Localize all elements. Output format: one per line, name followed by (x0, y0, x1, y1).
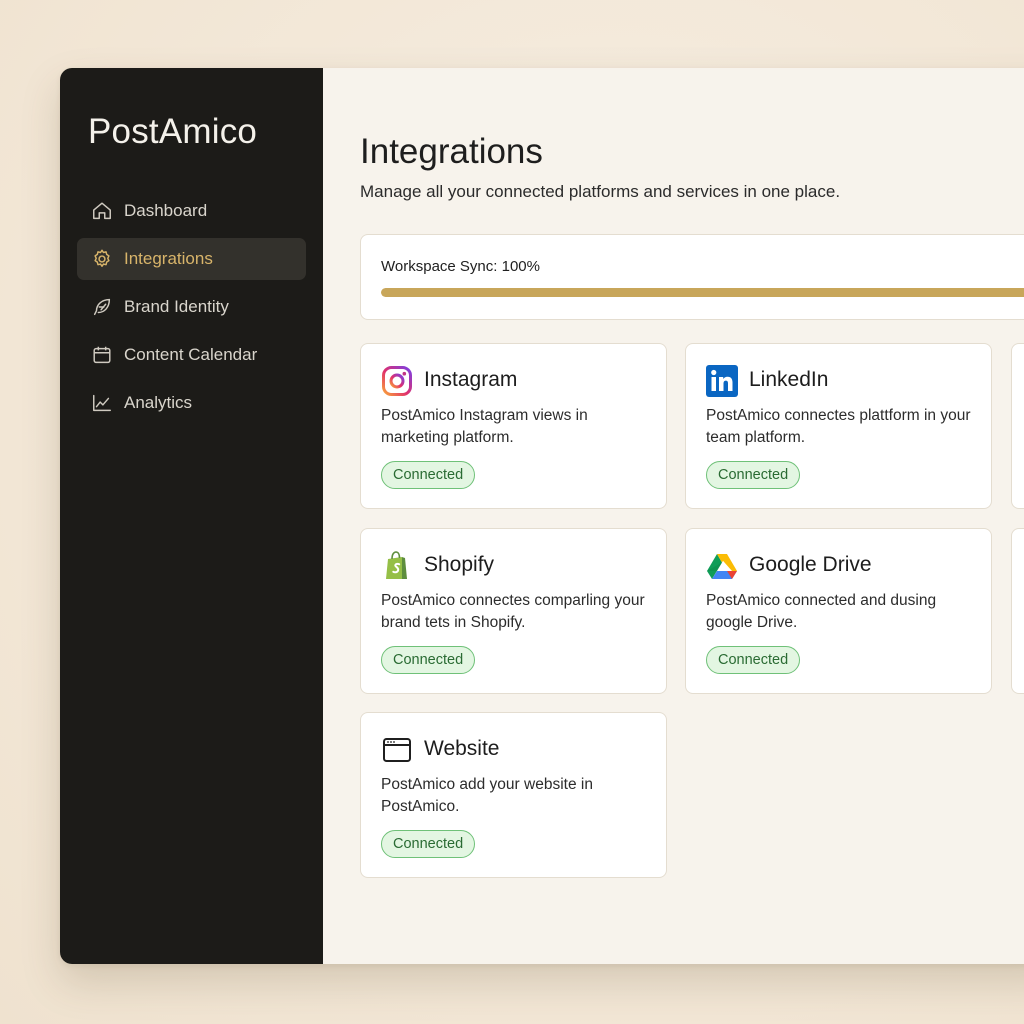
sidebar-item-label: Content Calendar (124, 345, 258, 364)
status-badge: Connected (381, 461, 476, 489)
google-drive-icon (706, 550, 738, 582)
status-badge: Connected (381, 830, 476, 858)
sidebar-item-integrations[interactable]: Integrations (77, 238, 306, 280)
integration-card-shopify[interactable]: Shopify PostAmico connectes comparling y… (360, 528, 667, 694)
sidebar-nav: Dashboard Integrations Brand Identity Co… (77, 190, 306, 430)
integration-name: Shopify (424, 553, 495, 576)
sidebar-item-brand-identity[interactable]: Brand Identity (77, 286, 306, 328)
integration-card-instagram[interactable]: Instagram PostAmico Instagram views in m… (360, 343, 667, 509)
page-title: Integrations (360, 132, 543, 171)
sync-label: Workspace Sync: 100% (381, 258, 540, 275)
linkedin-icon (706, 365, 738, 397)
status-badge: Connected (706, 461, 801, 489)
sidebar-item-content-calendar[interactable]: Content Calendar (77, 334, 306, 376)
integration-description: PostAmico connected and dusing google Dr… (706, 592, 937, 631)
main-content: Integrations Manage all your connected p… (323, 68, 1024, 964)
app-window: PostAmico Dashboard Integrations Brand I… (60, 68, 1024, 964)
sidebar-item-dashboard[interactable]: Dashboard (77, 190, 306, 232)
integration-description: PostAmico add your website in PostAmico. (381, 776, 593, 815)
integration-name: Instagram (424, 368, 518, 391)
integration-name: Google Drive (749, 553, 872, 576)
integration-card-partial[interactable] (1011, 343, 1024, 509)
integration-description: PostAmico connectes plattform in your te… (706, 407, 971, 446)
sidebar-item-analytics[interactable]: Analytics (77, 382, 306, 424)
integration-description: PostAmico Instagram views in marketing p… (381, 407, 588, 446)
sync-progress-fill (381, 288, 1024, 297)
workspace-sync-card: Workspace Sync: 100% (360, 234, 1024, 320)
status-badge: Connected (381, 646, 476, 674)
integration-card-google-drive[interactable]: Google Drive PostAmico connected and dus… (685, 528, 992, 694)
home-icon (91, 200, 113, 222)
browser-window-icon (381, 734, 413, 766)
sync-progress-bar (381, 288, 1024, 297)
integration-description: PostAmico connectes comparling your bran… (381, 592, 645, 631)
sidebar-item-label: Brand Identity (124, 297, 229, 316)
calendar-icon (91, 344, 113, 366)
gear-icon (91, 248, 113, 270)
sidebar: PostAmico Dashboard Integrations Brand I… (60, 68, 323, 964)
integration-name: LinkedIn (749, 368, 829, 391)
brand-logo: PostAmico (88, 112, 258, 151)
integration-card-partial[interactable] (1011, 528, 1024, 694)
shopify-icon (381, 550, 413, 582)
chart-line-icon (91, 392, 113, 414)
feather-icon (91, 296, 113, 318)
sidebar-item-label: Analytics (124, 393, 193, 412)
status-badge: Connected (706, 646, 801, 674)
page-subtitle: Manage all your connected platforms and … (360, 182, 841, 201)
instagram-icon (381, 365, 413, 397)
sidebar-item-label: Integrations (124, 249, 213, 268)
sidebar-item-label: Dashboard (124, 201, 208, 220)
integration-card-linkedin[interactable]: LinkedIn PostAmico connectes plattform i… (685, 343, 992, 509)
integration-card-website[interactable]: Website PostAmico add your website in Po… (360, 712, 667, 878)
integration-name: Website (424, 737, 500, 760)
